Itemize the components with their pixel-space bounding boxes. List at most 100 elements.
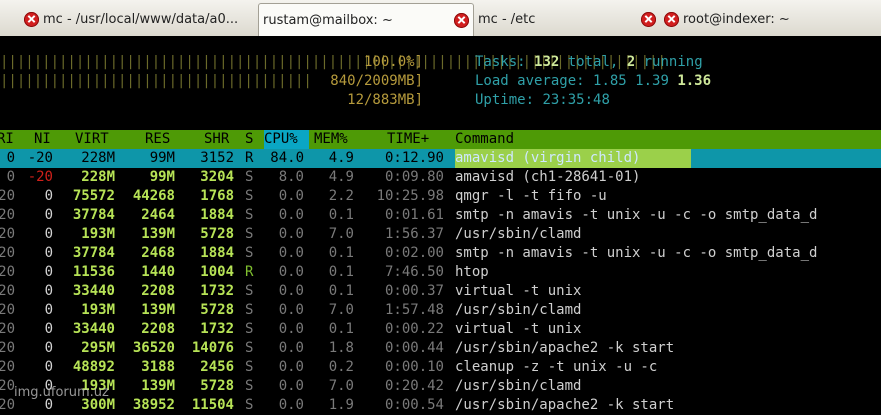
cell-ni: 0 <box>44 207 53 223</box>
tab-rustam-mailbox[interactable]: rustam@mailbox: ~ <box>258 3 474 36</box>
cell-shr: 1732 <box>200 283 234 299</box>
cell-virt: 37784 <box>72 245 115 261</box>
cell-command: amavisd (ch1-28641-01) <box>455 169 641 185</box>
table-row[interactable]: 0 -20 228M 99M 3204 S 8.0 4.9 0:09.80 amavisd (ch… <box>0 168 881 187</box>
col-state[interactable]: S <box>245 130 253 149</box>
table-row[interactable]: 20 0 48892 3188 2456 S 0.0 0.2 0:00.10 cleanup -z… <box>0 358 881 377</box>
cell-virt: 75572 <box>72 188 115 204</box>
tab-root-indexer[interactable]: root@indexer: ~ <box>662 6 881 32</box>
close-icon[interactable] <box>641 11 656 27</box>
terminal-tab-bar: mc - /usr/local/www/data/a0... rustam@ma… <box>0 0 881 37</box>
col-virt[interactable]: VIRT <box>75 130 109 149</box>
table-row[interactable]: 20 0 75572 44268 1768 S 0.0 2.2 10:25.98 qmgr -l … <box>0 187 881 206</box>
cell-res: 2464 <box>141 207 175 223</box>
watermark: img.uforum.uz <box>14 385 109 400</box>
cell-pri: 20 <box>0 245 15 261</box>
cell-cpu: 0.0 <box>278 340 304 356</box>
cell-time: 0:01.61 <box>384 207 444 223</box>
col-res[interactable]: RES <box>145 130 170 149</box>
cell-cpu: 0.0 <box>278 188 304 204</box>
cell-time: 0:00.54 <box>384 397 444 413</box>
cell-pri: 20 <box>0 188 15 204</box>
cpu-meter-value: 100.0%] <box>363 54 423 70</box>
cell-res: 2208 <box>141 283 175 299</box>
cell-cpu: 0.0 <box>278 321 304 337</box>
col-pri[interactable]: RI <box>0 130 14 149</box>
col-ni[interactable]: NI <box>34 130 51 149</box>
tab-mc-etc[interactable]: mc - /etc <box>474 6 660 32</box>
table-row[interactable]: 20 0 193M 139M 5728 S 0.0 7.0 0:20.42/usr/sbin/c… <box>0 377 881 396</box>
cell-mem: 0.1 <box>328 264 354 280</box>
close-icon[interactable] <box>24 11 39 27</box>
table-row[interactable]: 20 0 295M 36520 14076 S 0.0 1.8 0:00.44/usr/sbin… <box>0 339 881 358</box>
cell-res: 99M <box>149 150 175 166</box>
cell-virt: 33440 <box>72 283 115 299</box>
cell-cpu: 0.0 <box>278 226 304 242</box>
close-icon[interactable] <box>664 11 679 27</box>
col-shr[interactable]: SHR <box>204 130 229 149</box>
cell-virt: 295M <box>81 340 115 356</box>
cell-command: /usr/sbin/clamd <box>455 302 582 318</box>
cell-state: S <box>245 245 254 261</box>
cell-mem: 1.9 <box>328 397 354 413</box>
cell-ni: 0 <box>44 188 53 204</box>
tab-mc-www[interactable]: mc - /usr/local/www/data/a0... <box>24 6 258 32</box>
cell-shr: 3152 <box>200 150 234 166</box>
cell-shr: 5728 <box>200 378 234 394</box>
process-table-header: RI NI VIRT RES SHR S CPU% MEM% TIME+ Com… <box>0 130 881 149</box>
cell-virt: 11536 <box>72 264 115 280</box>
col-mem[interactable]: MEM% <box>314 130 348 149</box>
table-row[interactable]: 20 0 300M 38952 11504 S 0.0 1.9 0:00.54/usr/sbin… <box>0 396 881 415</box>
cell-pri: 20 <box>0 359 15 375</box>
tab-label: rustam@mailbox: ~ <box>263 12 393 28</box>
cell-ni: 0 <box>44 359 53 375</box>
table-row[interactable]: 20 0 193M 139M 5728 S 0.0 7.0 1:57.48/usr/sbin/c… <box>0 301 881 320</box>
cell-cpu: 0.0 <box>278 245 304 261</box>
cell-pri: 20 <box>0 283 15 299</box>
cell-res: 1440 <box>141 264 175 280</box>
cell-ni: 0 <box>44 302 53 318</box>
cell-command: /usr/sbin/apache2 -k start <box>455 340 675 356</box>
cell-time: 10:25.98 <box>376 188 444 204</box>
table-row[interactable]: 20 0 11536 1440 1004 R 0.0 0.1 7:46.50 htop <box>0 263 881 282</box>
cell-time: 7:46.50 <box>384 264 444 280</box>
table-row[interactable]: 20 0 33440 2208 1732 S 0.0 0.1 0:00.37 virtual -t… <box>0 282 881 301</box>
tab-label: mc - /usr/local/www/data/a0... <box>43 11 239 27</box>
load-average-line: Load average: 1.85 1.39 1.36 <box>475 73 712 89</box>
col-time[interactable]: TIME+ <box>387 130 429 149</box>
cell-pri: 0 <box>6 150 15 166</box>
table-row[interactable]: 20 0 193M 139M 5728 S 0.0 7.0 1:56.37/usr/sbin/c… <box>0 225 881 244</box>
cell-res: 139M <box>141 226 175 242</box>
close-icon[interactable] <box>454 12 469 28</box>
cell-mem: 1.8 <box>328 340 354 356</box>
cell-mem: 0.2 <box>328 359 354 375</box>
table-row[interactable]: 20 0 37784 2464 1884 S 0.0 0.1 0:01.61 smtp -n am… <box>0 206 881 225</box>
cell-ni: 0 <box>44 340 53 356</box>
cell-res: 139M <box>141 378 175 394</box>
cell-state: S <box>245 378 254 394</box>
cell-shr: 5728 <box>200 302 234 318</box>
col-cpu[interactable]: CPU% <box>264 130 309 149</box>
mem-meter-value: 840/2009MB] <box>330 73 423 89</box>
cell-cpu: 0.0 <box>278 207 304 223</box>
cell-time: 0:00.22 <box>384 321 444 337</box>
col-command[interactable]: Command <box>455 130 514 149</box>
cell-ni: 0 <box>44 245 53 261</box>
cell-time: 1:56.37 <box>384 226 444 242</box>
cell-command: smtp -n amavis -t unix -u -c -o smtp_dat… <box>455 245 818 261</box>
table-row[interactable]: 20 0 33440 2208 1732 S 0.0 0.1 0:00.22 virtual -t… <box>0 320 881 339</box>
cell-shr: 1732 <box>200 321 234 337</box>
cell-shr: 1768 <box>200 188 234 204</box>
table-row[interactable]: 20 0 37784 2468 1884 S 0.0 0.1 0:02.00 smtp -n am… <box>0 244 881 263</box>
cell-mem: 0.1 <box>328 283 354 299</box>
cell-virt: 193M <box>81 302 115 318</box>
terminal-view[interactable]: ||||||||||||||||||||||||||||||||||||||||… <box>0 36 881 413</box>
swap-meter-value: 12/883MB] <box>347 92 423 108</box>
table-row[interactable]: 0 -20 228M 99M 3152 R 84.0 4.9 0:12.90 amavisd (v… <box>0 149 881 168</box>
cell-res: 139M <box>141 302 175 318</box>
cell-cpu: 0.0 <box>278 264 304 280</box>
cell-pri: 20 <box>0 321 15 337</box>
cell-virt: 48892 <box>72 359 115 375</box>
cell-state: S <box>245 359 254 375</box>
cell-mem: 4.9 <box>328 150 354 166</box>
